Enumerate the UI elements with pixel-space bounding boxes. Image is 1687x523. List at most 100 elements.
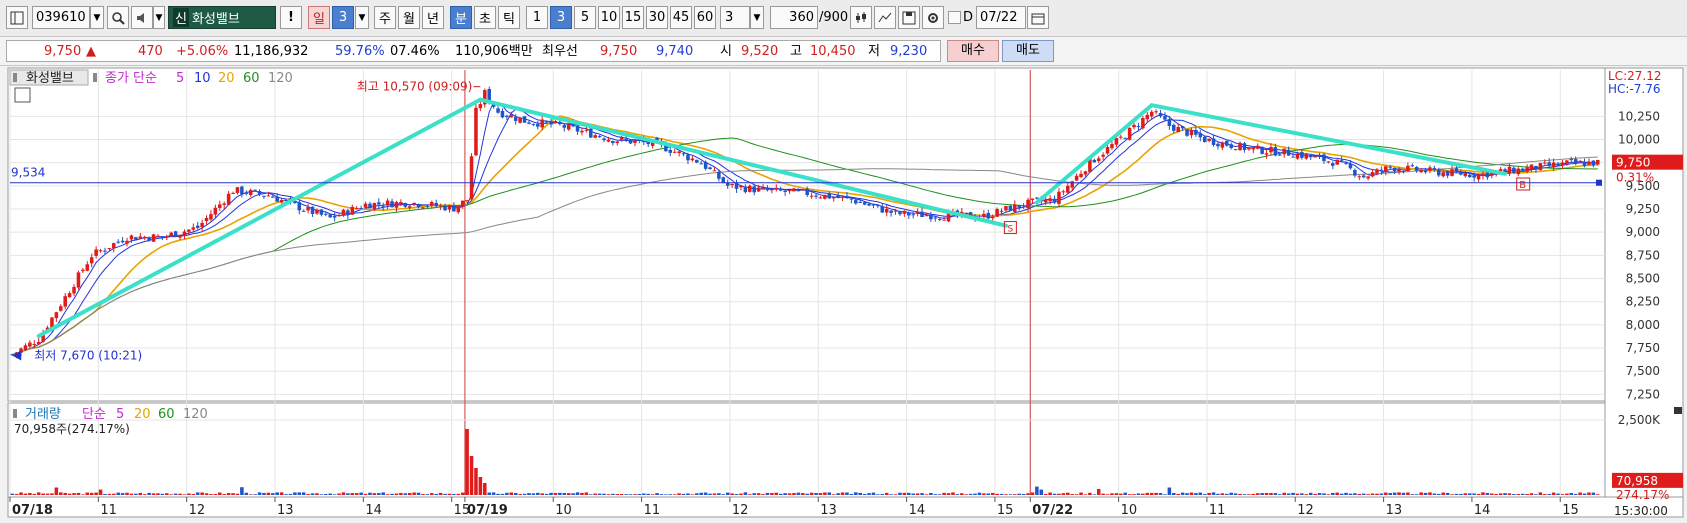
interval-60-button[interactable]: 60: [694, 6, 716, 29]
period-week-button[interactable]: 주: [374, 6, 396, 29]
volume-bar: [147, 492, 151, 495]
code-dropdown-icon[interactable]: ▼: [90, 6, 104, 29]
volume-bar: [1105, 494, 1110, 495]
period-day-button[interactable]: 일: [308, 6, 330, 29]
speaker-icon[interactable]: [131, 6, 153, 29]
volume-bar: [1194, 493, 1198, 495]
interval-10-button[interactable]: 10: [598, 6, 620, 29]
layout-icon[interactable]: [6, 6, 28, 29]
volume-bar: [558, 492, 562, 495]
volume-panel-collapse-icon[interactable]: [1674, 407, 1682, 414]
candle-body: [1313, 156, 1317, 158]
period-dropdown-icon[interactable]: ▼: [355, 6, 369, 29]
sell-button[interactable]: 매도: [1002, 40, 1054, 62]
stock-name-field[interactable]: 신 화성밸브: [168, 6, 276, 29]
volume-bar: [45, 493, 50, 495]
candle-body: [125, 240, 129, 244]
candle-body: [403, 203, 408, 207]
volume-bar: [134, 493, 138, 495]
y-tick-label: 8,000: [1626, 318, 1660, 332]
period-minute-button[interactable]: 분: [450, 6, 472, 29]
save-icon[interactable]: [898, 6, 920, 29]
interval-5-button[interactable]: 5: [574, 6, 596, 29]
volume-bar: [783, 493, 787, 495]
price-volume-chart[interactable]: 9,534 최고 10,570 (09:09) 최저 7,670 (10:21) B S…: [0, 66, 1687, 519]
candle-body: [85, 264, 90, 271]
candle-body: [549, 121, 553, 125]
volume-bar: [478, 477, 483, 495]
volume-bar: [827, 492, 832, 495]
period-day-count[interactable]: 3: [332, 6, 354, 29]
interval-3-button[interactable]: 3: [550, 6, 572, 29]
period-month-button[interactable]: 월: [398, 6, 420, 29]
volume-bar: [1406, 492, 1410, 495]
volume-bar: [399, 492, 403, 495]
period-tick-button[interactable]: 틱: [498, 6, 520, 29]
candle-body: [385, 200, 390, 206]
candle-body: [1119, 136, 1123, 138]
calendar-icon[interactable]: [1027, 6, 1049, 29]
volume-bar: [306, 494, 310, 495]
chart-area[interactable]: 9,534 최고 10,570 (09:09) 최저 7,670 (10:21) B S…: [0, 66, 1687, 519]
candle-body: [1141, 118, 1145, 129]
date-input[interactable]: 07/22: [976, 6, 1026, 29]
candle-body: [1300, 152, 1304, 158]
volume-bar: [1525, 494, 1529, 495]
volume-bar: [381, 492, 385, 495]
speaker-dropdown-icon[interactable]: ▼: [153, 6, 165, 29]
search-icon[interactable]: [107, 6, 129, 29]
candle-body: [412, 202, 416, 205]
interval-30-button[interactable]: 30: [646, 6, 668, 29]
volume-bar: [1463, 493, 1468, 495]
volume-bar: [990, 492, 995, 495]
interval-1-button[interactable]: 1: [526, 6, 548, 29]
candle-body: [1282, 148, 1286, 155]
volume-bar: [315, 493, 319, 495]
volume-bar: [487, 492, 491, 495]
warning-button[interactable]: !: [280, 6, 302, 29]
table-toggle-icon[interactable]: [14, 87, 31, 103]
volume-bar: [116, 492, 120, 495]
volume-bar: [187, 493, 191, 495]
volume-bar: [505, 492, 509, 495]
d-checkbox[interactable]: [948, 11, 961, 24]
interval-dropdown-icon[interactable]: ▼: [750, 6, 764, 29]
volume-bar: [575, 492, 580, 495]
volume-bar: [447, 493, 452, 495]
volume-bar: [1560, 494, 1565, 495]
candle-body: [1481, 173, 1485, 177]
volume-bar: [1370, 493, 1375, 495]
low-label: 저: [868, 44, 880, 59]
period-year-button[interactable]: 년: [422, 6, 444, 29]
trade-volume: 11,186,932: [234, 44, 309, 59]
interval-45-button[interactable]: 45: [670, 6, 692, 29]
candle-body: [1057, 191, 1061, 204]
best-ask: 9,750: [600, 44, 638, 59]
candle-body: [1543, 162, 1547, 164]
candle-body: [558, 121, 562, 125]
candle-body: [1454, 168, 1459, 172]
volume-bar: [1079, 492, 1083, 495]
candle-body: [315, 209, 319, 214]
count-input[interactable]: 360: [770, 6, 818, 29]
candle-body: [434, 202, 438, 207]
candle-body: [1414, 167, 1419, 171]
volume-bar: [1083, 494, 1088, 495]
x-tick-label: 14: [365, 503, 382, 518]
gear-icon[interactable]: [922, 6, 944, 29]
candle-body: [381, 206, 385, 208]
interval-input[interactable]: 3: [720, 6, 750, 29]
volume-bar: [606, 494, 611, 495]
volume-bar: [549, 492, 553, 495]
stock-code-input[interactable]: 039610: [32, 6, 90, 29]
period-second-button[interactable]: 초: [474, 6, 496, 29]
volume-bar: [235, 493, 240, 495]
volume-bar: [544, 493, 549, 495]
candle-body: [1304, 154, 1309, 159]
candle-tool-icon[interactable]: [850, 6, 872, 29]
interval-15-button[interactable]: 15: [622, 6, 644, 29]
candle-body: [589, 128, 593, 138]
candle-body: [465, 200, 469, 202]
line-tool-icon[interactable]: [874, 6, 896, 29]
buy-button[interactable]: 매수: [947, 40, 999, 62]
